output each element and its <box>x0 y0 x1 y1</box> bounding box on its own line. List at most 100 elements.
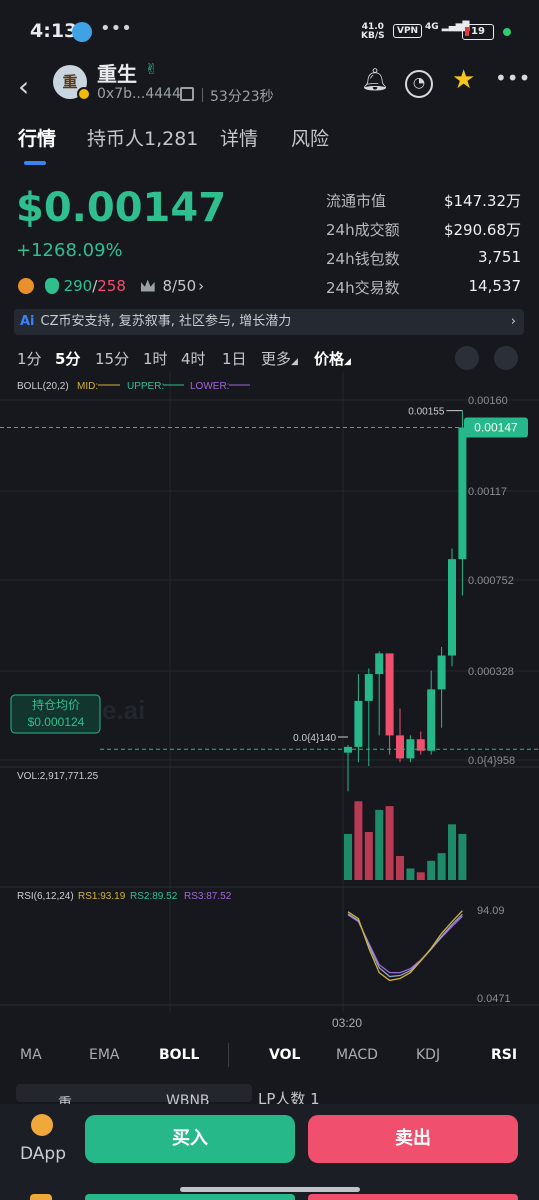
drawing-tool-icon[interactable] <box>455 346 479 370</box>
interval-1h[interactable]: 1时 <box>143 348 168 369</box>
indicator-boll[interactable]: BOLL <box>159 1047 199 1063</box>
indicator-selector: MA EMA BOLL VOL MACD KDJ RSI <box>0 1043 539 1069</box>
vol-label: VOL:2,917,771.25 <box>17 771 99 782</box>
interval-more[interactable]: 更多◢ <box>261 348 298 369</box>
dapp-label[interactable]: DApp <box>20 1144 66 1164</box>
copy-icon[interactable] <box>180 87 194 101</box>
avg-cost-value: $0.000124 <box>28 715 85 729</box>
boll-lower-label: LOWER: <box>190 381 229 392</box>
signal-label: 4G <box>425 22 439 32</box>
chart-settings-icon[interactable] <box>494 346 518 370</box>
tab-market[interactable]: 行情 <box>18 124 56 151</box>
y-tick-label: 0.000328 <box>468 666 514 678</box>
volume-bar <box>344 833 352 880</box>
telegram-icon <box>72 22 92 42</box>
volume-bar <box>375 809 384 880</box>
volume-bar <box>406 868 415 880</box>
action-bar: DApp 买入 卖出 <box>0 1104 539 1200</box>
y-tick-label: 0.0{4}958 <box>468 755 515 767</box>
y-tick-label: 0.000752 <box>468 575 514 587</box>
indicator-divider <box>228 1043 229 1067</box>
bell-icon[interactable]: 🔔︎ <box>361 68 389 93</box>
home-indicator[interactable] <box>180 1187 360 1192</box>
coins-icon <box>18 277 34 294</box>
interval-1d[interactable]: 1日 <box>222 348 247 369</box>
indicator-ema[interactable]: EMA <box>89 1047 120 1063</box>
trade-badges: 290/258 8/50 › <box>18 276 204 296</box>
money-bag-icon <box>44 277 59 294</box>
indicator-kdj[interactable]: KDJ <box>416 1047 440 1063</box>
rank-chevron-icon[interactable]: › <box>198 277 204 295</box>
tab-details[interactable]: 详情 <box>220 124 258 151</box>
token-header: ‹ 重 重生 ✌ 0x7b...4444 53分23秒 🔔︎ ◔ ★ ••• <box>0 60 539 112</box>
rs3-label: RS3:87.52 <box>184 891 232 902</box>
back-icon[interactable]: ‹ <box>18 70 29 103</box>
rank-value[interactable]: 8/50 <box>162 277 196 295</box>
interval-4h[interactable]: 4时 <box>181 348 206 369</box>
gauge-icon[interactable]: ◔ <box>405 70 433 98</box>
status-more-icon: ••• <box>100 18 132 39</box>
ai-summary-bar[interactable]: Ai CZ币安支持, 复苏叙事, 社区参与, 增长潜力 › <box>14 309 524 335</box>
tab-indicator <box>24 161 46 165</box>
candle-body <box>375 653 384 675</box>
price-mode[interactable]: 价格◢ <box>314 348 351 369</box>
y-tick-label: 0.00160 <box>468 395 508 407</box>
volume-bar <box>396 856 404 880</box>
stat-label: 24h成交额 <box>326 221 400 239</box>
stat-volume: 24h成交额 $290.68万 <box>326 219 521 248</box>
rs1-label: RS1:93.19 <box>78 891 126 902</box>
volume-bar <box>364 832 373 880</box>
ai-badge: Ai <box>20 314 35 329</box>
interval-1m[interactable]: 1分 <box>17 348 42 369</box>
stat-value: 3,751 <box>478 248 521 266</box>
net-speed-unit: KB/S <box>361 31 385 41</box>
chevron-right-icon: › <box>510 314 516 329</box>
rsi-line-rs3 <box>347 914 463 974</box>
price-change: +1268.09% <box>16 240 123 261</box>
tab-risk[interactable]: 风险 <box>291 124 329 151</box>
dapp-icon-peek <box>30 1194 52 1200</box>
token-name: 重生 <box>97 62 137 86</box>
status-time: 4:13 <box>30 20 78 42</box>
indicator-vol[interactable]: VOL <box>269 1047 300 1063</box>
candle-body <box>448 559 456 656</box>
indicator-ma[interactable]: MA <box>20 1047 42 1063</box>
net-speed: 41.0 KB/S <box>361 23 385 41</box>
sell-button[interactable]: 卖出 <box>308 1115 518 1163</box>
tab-holders[interactable]: 持币人1,281 <box>87 124 198 151</box>
candles <box>344 410 467 792</box>
more-icon[interactable]: ••• <box>495 66 530 90</box>
status-bar: 4:13 ••• 41.0 KB/S VPN 4G ▂▄▆█ 19 <box>0 0 539 62</box>
interval-15m[interactable]: 15分 <box>95 348 129 369</box>
boll-label: BOLL(20,2) <box>17 381 69 392</box>
buy-count: 290 <box>63 276 93 295</box>
avg-cost-title: 持仓均价 <box>32 697 80 712</box>
watermark: e.ai <box>102 695 145 725</box>
x-axis-label: 03:20 <box>332 1016 362 1030</box>
interval-5m[interactable]: 5分 <box>55 348 80 369</box>
price-chart[interactable]: BOLL(20,2) MID: UPPER: LOWER: e.ai 0.001… <box>0 372 539 1038</box>
rsi-tick-low: 0.0471 <box>477 993 511 1005</box>
avatar-char: 重 <box>62 73 78 91</box>
pair-tabs-peek[interactable] <box>16 1084 252 1102</box>
dapp-icon[interactable] <box>31 1114 53 1136</box>
crown-icon <box>140 279 155 292</box>
rsi-lines <box>347 910 463 982</box>
volume-bar <box>437 853 446 880</box>
sell-count: 258 <box>97 276 126 295</box>
stat-value: 14,537 <box>468 277 522 295</box>
high-marker-label: 0.00155 <box>408 407 445 418</box>
candle-body <box>344 746 352 753</box>
buy-button[interactable]: 买入 <box>85 1115 295 1163</box>
volume-bar <box>448 824 456 880</box>
low-marker-label: 0.0{4}140 <box>293 733 336 744</box>
indicator-rsi[interactable]: RSI <box>491 1047 517 1063</box>
volume-bar <box>416 872 425 880</box>
stat-label: 24h交易数 <box>326 279 400 297</box>
current-price: $0.00147 <box>16 185 227 231</box>
ai-summary-text: CZ币安支持, 复苏叙事, 社区参与, 增长潜力 <box>40 314 292 329</box>
candle-body <box>385 653 394 736</box>
token-age: 53分23秒 <box>210 89 274 105</box>
indicator-macd[interactable]: MACD <box>336 1047 378 1063</box>
star-icon[interactable]: ★ <box>452 65 475 95</box>
